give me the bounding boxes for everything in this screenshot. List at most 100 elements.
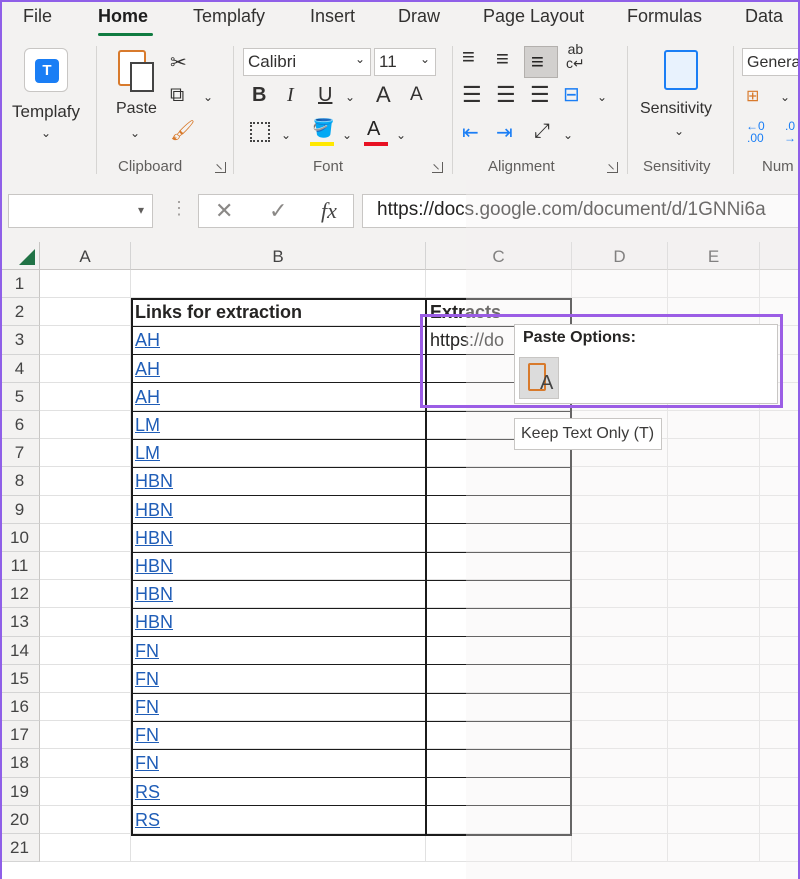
hyperlink[interactable]: AH [135,387,160,407]
formula-input[interactable]: https://docs.google.com/document/d/1GNNi… [362,194,800,228]
row-header[interactable]: 13 [0,608,40,637]
cell[interactable]: HBN [131,495,426,524]
tab-file[interactable]: File [23,6,52,27]
chevron-down-icon[interactable]: ⌄ [597,90,607,104]
decrease-indent-icon[interactable]: ⇤ [462,120,479,145]
cell[interactable]: FN [131,693,426,722]
cell[interactable] [668,552,760,581]
hyperlink[interactable]: HBN [135,556,173,576]
cell[interactable] [40,693,131,722]
cell[interactable] [572,523,668,552]
cell[interactable] [760,411,800,440]
underline-button[interactable]: U [318,84,332,107]
cell[interactable]: HBN [131,523,426,552]
cancel-icon[interactable]: ✕ [215,198,233,224]
row-header[interactable]: 2 [0,298,40,327]
column-header[interactable]: C [426,242,572,270]
row-header[interactable]: 19 [0,777,40,806]
row-header[interactable]: 21 [0,834,40,863]
cell[interactable] [40,749,131,778]
copy-icon[interactable]: ⧉ [170,84,184,107]
cell[interactable] [40,523,131,552]
chevron-down-icon[interactable]: ⌄ [345,90,355,104]
shrink-font-button[interactable]: A [410,84,423,106]
orientation-icon[interactable]: ⤢ [534,120,550,143]
cell[interactable]: RS [131,805,426,834]
hyperlink[interactable]: HBN [135,584,173,604]
cell[interactable] [668,608,760,637]
italic-button[interactable]: I [287,84,294,107]
hyperlink[interactable]: HBN [135,500,173,520]
row-header[interactable]: 16 [0,693,40,722]
cell[interactable] [40,805,131,834]
grow-font-button[interactable]: A [376,82,391,108]
cell[interactable] [40,580,131,609]
tab-home[interactable]: Home [98,6,148,27]
tab-draw[interactable]: Draw [398,6,440,27]
cell[interactable] [760,608,800,637]
format-painter-icon[interactable]: 🖌 [170,118,195,143]
cell[interactable] [40,834,131,863]
font-size-dropdown[interactable]: 11 ⌄ [374,48,436,76]
cell[interactable] [760,467,800,496]
cell[interactable] [426,805,572,834]
cell[interactable] [668,439,760,468]
row-header[interactable]: 11 [0,552,40,581]
row-header[interactable]: 4 [0,354,40,383]
cell[interactable] [760,777,800,806]
cell[interactable]: LM [131,439,426,468]
cell[interactable]: FN [131,664,426,693]
cell[interactable] [760,270,800,299]
cell[interactable] [668,580,760,609]
merge-center-icon[interactable]: ⊟ [563,82,580,107]
cell[interactable] [668,693,760,722]
cell[interactable] [40,439,131,468]
cell[interactable]: AH [131,326,426,355]
cell[interactable] [426,552,572,581]
cell[interactable] [760,834,800,863]
chevron-down-icon[interactable]: ⌄ [780,90,790,104]
cell[interactable] [760,693,800,722]
cell[interactable]: LM [131,411,426,440]
hyperlink[interactable]: HBN [135,528,173,548]
hyperlink[interactable]: AH [135,359,160,379]
cell[interactable] [40,326,131,355]
row-header[interactable]: 15 [0,664,40,693]
hyperlink[interactable]: FN [135,669,159,689]
bold-button[interactable]: B [252,84,266,107]
cell[interactable] [572,580,668,609]
cell[interactable] [668,777,760,806]
increase-decimal-icon[interactable]: ←0.00 [746,120,765,144]
cell[interactable] [426,834,572,863]
cell[interactable] [760,580,800,609]
cell[interactable] [668,636,760,665]
cell[interactable] [572,495,668,524]
cell[interactable] [572,721,668,750]
align-bottom-button[interactable]: ≡ [524,46,558,78]
font-name-dropdown[interactable]: Calibri ⌄ [243,48,371,76]
cell[interactable] [760,439,800,468]
cell[interactable] [760,721,800,750]
row-header[interactable]: 3 [0,326,40,355]
cell[interactable] [426,523,572,552]
cell[interactable] [668,523,760,552]
cell[interactable] [572,467,668,496]
cell[interactable] [572,777,668,806]
cell[interactable] [668,721,760,750]
clipboard-launcher-icon[interactable] [215,162,226,173]
tab-formulas[interactable]: Formulas [627,6,702,27]
cell[interactable] [131,270,426,299]
cell[interactable]: HBN [131,467,426,496]
sensitivity-button[interactable]: Sensitivity ⌄ [636,44,722,148]
chevron-down-icon[interactable]: ⌄ [396,128,406,142]
cell[interactable]: FN [131,749,426,778]
accounting-format-icon[interactable]: ⊞ [746,86,759,106]
cell[interactable] [40,411,131,440]
cell[interactable] [760,749,800,778]
select-all-button[interactable] [0,242,40,270]
cell[interactable] [760,805,800,834]
cell[interactable] [572,749,668,778]
tab-templafy[interactable]: Templafy [193,6,265,27]
chevron-down-icon[interactable]: ⌄ [281,128,291,142]
cell[interactable] [668,834,760,863]
